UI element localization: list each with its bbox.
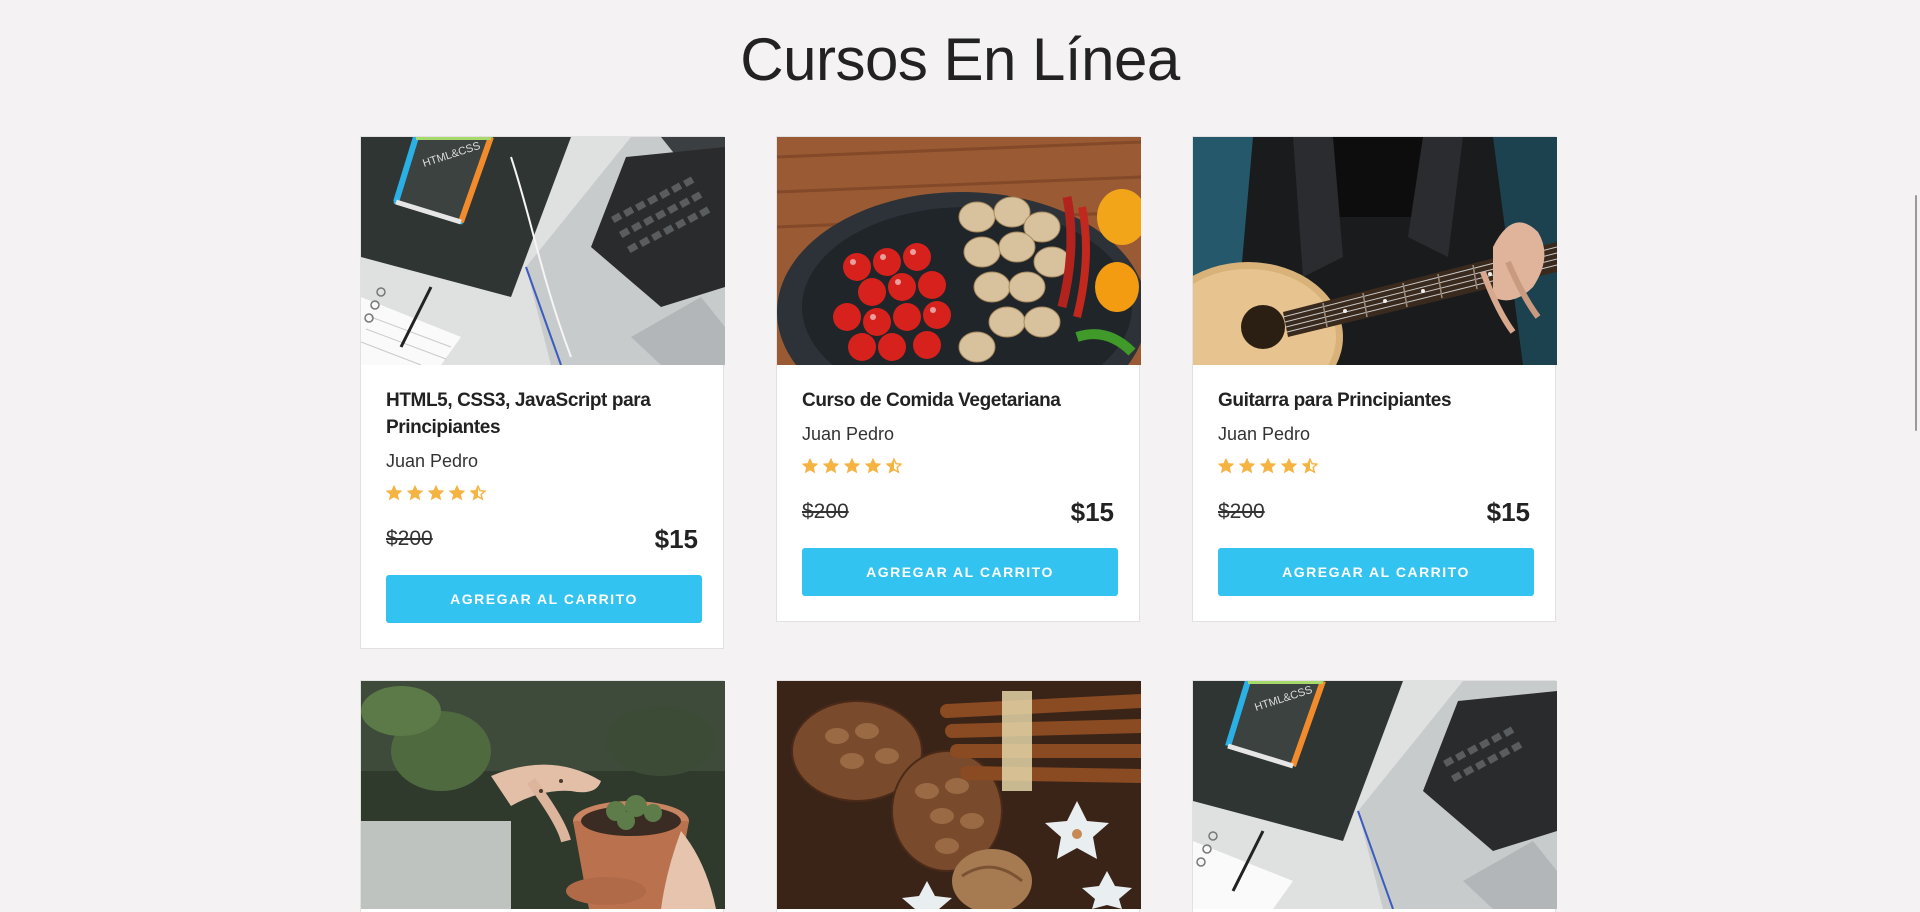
new-price: $15: [654, 524, 698, 554]
old-price: $200: [1218, 500, 1265, 523]
course-card: Curso de Comida Vegetariana Juan Pedro $…: [776, 136, 1141, 622]
star-icon: [428, 485, 444, 501]
course-card: HTML&CSS: [1192, 680, 1557, 912]
rating-stars: [802, 456, 1114, 476]
star-icon: [386, 485, 402, 501]
add-to-cart-button[interactable]: AGREGAR AL CARRITO: [802, 548, 1118, 596]
price-row: $200 $15: [802, 494, 1114, 528]
course-title: HTML5, CSS3, JavaScript para Principiant…: [386, 390, 651, 438]
star-icon: [865, 458, 881, 474]
star-icon: [844, 458, 860, 474]
scrollbar-thumb[interactable]: [1915, 195, 1917, 431]
new-price: $15: [1070, 497, 1114, 527]
course-image-vegetables[interactable]: [777, 137, 1141, 365]
add-to-cart-button[interactable]: AGREGAR AL CARRITO: [1218, 548, 1534, 596]
price-row: $200 $15: [1218, 494, 1530, 528]
star-icon: [1218, 458, 1234, 474]
star-icon: [1281, 458, 1297, 474]
course-card: Guitarra para Principiantes Juan Pedro $…: [1192, 136, 1557, 622]
courses-page: Cursos En Línea HTML&CSS HTML5, CSS3, Ja…: [0, 0, 1920, 912]
course-image-guitar[interactable]: [1193, 137, 1557, 365]
star-icon: [449, 485, 465, 501]
add-to-cart-button[interactable]: AGREGAR AL CARRITO: [386, 575, 702, 623]
old-price: $200: [802, 500, 849, 523]
half-star-icon: [886, 458, 902, 474]
course-title: Guitarra para Principiantes: [1218, 390, 1452, 411]
rating-stars: [386, 483, 698, 503]
course-image-plant[interactable]: [361, 681, 725, 909]
page-title: Cursos En Línea: [740, 26, 1180, 93]
star-icon: [802, 458, 818, 474]
star-icon: [1239, 458, 1255, 474]
new-price: $15: [1486, 497, 1530, 527]
half-star-icon: [470, 485, 486, 501]
old-price: $200: [386, 527, 433, 550]
course-author: Juan Pedro: [802, 424, 895, 444]
course-author: Juan Pedro: [1218, 424, 1311, 444]
star-icon: [823, 458, 839, 474]
course-card: [360, 680, 725, 912]
course-title: Curso de Comida Vegetariana: [802, 390, 1061, 411]
star-icon: [1260, 458, 1276, 474]
course-card: [776, 680, 1141, 912]
course-image-html-css[interactable]: HTML&CSS: [1193, 681, 1557, 909]
half-star-icon: [1302, 458, 1318, 474]
rating-stars: [1218, 456, 1530, 476]
course-card: HTML&CSS: [360, 136, 725, 649]
course-image-cinnamon[interactable]: [777, 681, 1141, 909]
price-row: $200 $15: [386, 521, 698, 555]
course-image-html-css[interactable]: HTML&CSS: [361, 137, 725, 365]
star-icon: [407, 485, 423, 501]
scrollbar[interactable]: [1908, 0, 1920, 912]
course-author: Juan Pedro: [386, 451, 479, 471]
